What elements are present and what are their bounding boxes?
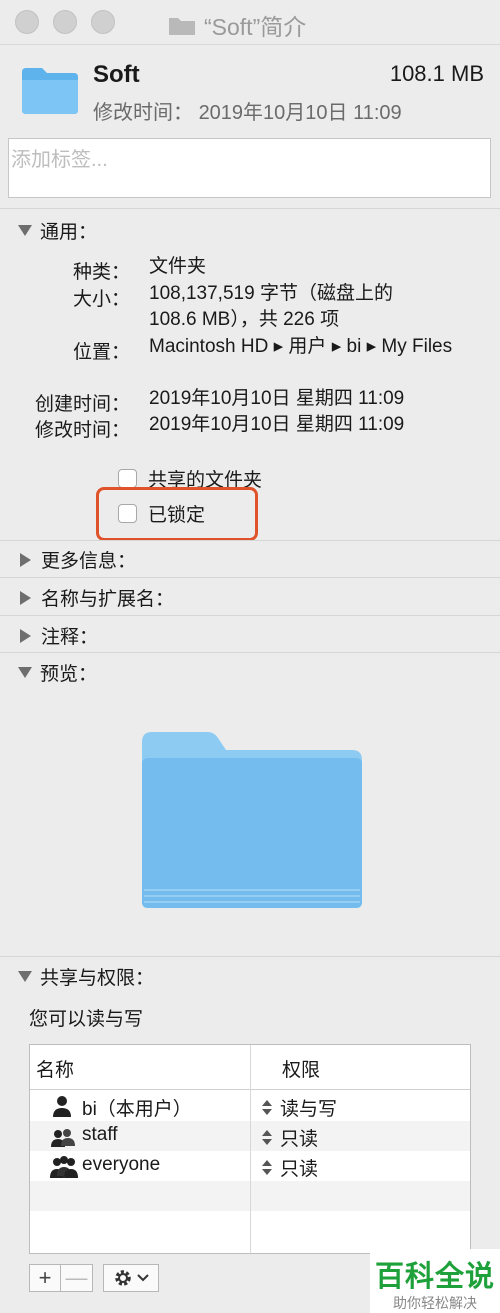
column-header-name[interactable]: 名称 bbox=[36, 1055, 74, 1082]
comments-heading: 注释： bbox=[41, 627, 99, 648]
disclosure-right-icon bbox=[20, 552, 31, 567]
remove-user-button[interactable]: — bbox=[61, 1264, 93, 1292]
user-name: bi（本用户） bbox=[82, 1099, 192, 1120]
watermark-subtitle: 助你轻松解决 bbox=[393, 1295, 477, 1311]
general-section-toggle[interactable]: 通用： bbox=[18, 217, 97, 244]
close-window-button[interactable] bbox=[15, 10, 39, 34]
permissions-toolbar: + — bbox=[29, 1264, 159, 1292]
group-icon bbox=[51, 1129, 75, 1147]
location-label: 位置： bbox=[72, 342, 130, 363]
watermark-title: 百科全说 bbox=[374, 1261, 495, 1293]
disclosure-right-icon bbox=[20, 590, 31, 605]
access-summary: 您可以读与写 bbox=[29, 1009, 144, 1030]
privilege-select[interactable]: 只读 bbox=[262, 1154, 318, 1181]
folder-icon bbox=[169, 18, 195, 35]
modified-line: 修改时间： 2019年10月10日 11:09 bbox=[93, 96, 402, 125]
name-ext-heading: 名称与扩展名： bbox=[41, 589, 175, 610]
permissions-table: 名称 权限 bi（本用户） 读与写 staff 只读 everyone 只读 bbox=[29, 1044, 471, 1255]
updown-arrows-icon bbox=[262, 1100, 272, 1115]
add-user-button[interactable]: + bbox=[29, 1264, 61, 1292]
privilege-select[interactable]: 只读 bbox=[262, 1124, 318, 1151]
zoom-window-button[interactable] bbox=[91, 10, 115, 34]
comments-section-toggle[interactable]: 注释： bbox=[18, 622, 98, 649]
divider bbox=[0, 577, 500, 578]
name-ext-section-toggle[interactable]: 名称与扩展名： bbox=[18, 584, 174, 611]
tags-input[interactable]: 添加标签... bbox=[8, 138, 491, 198]
file-name: Soft bbox=[93, 61, 140, 88]
privilege-value: 只读 bbox=[280, 1129, 319, 1150]
updown-arrows-icon bbox=[262, 1160, 272, 1175]
shared-folder-checkbox[interactable] bbox=[118, 469, 137, 488]
watermark: 百科全说 助你轻松解决 bbox=[370, 1249, 500, 1313]
sharing-heading: 共享与权限： bbox=[40, 968, 155, 989]
sharing-section-toggle[interactable]: 共享与权限： bbox=[18, 963, 154, 990]
updown-arrows-icon bbox=[262, 1130, 272, 1145]
divider bbox=[0, 615, 500, 616]
more-info-section-toggle[interactable]: 更多信息： bbox=[18, 546, 136, 573]
kind-value: 文件夹 bbox=[149, 256, 207, 277]
plus-icon: + bbox=[38, 1265, 52, 1290]
chevron-down-icon bbox=[137, 1274, 149, 1282]
gear-icon bbox=[115, 1270, 131, 1286]
folder-icon bbox=[22, 68, 78, 114]
disclosure-down-icon bbox=[18, 667, 32, 678]
size-label: 大小： bbox=[72, 289, 130, 310]
everyone-icon bbox=[50, 1156, 78, 1178]
disclosure-right-icon bbox=[20, 628, 31, 643]
more-info-heading: 更多信息： bbox=[41, 551, 137, 572]
divider bbox=[0, 540, 500, 541]
folder-preview-icon bbox=[142, 732, 362, 908]
created-label: 创建时间： bbox=[34, 394, 130, 415]
preview-section-toggle[interactable]: 预览： bbox=[18, 659, 97, 686]
single-user-icon bbox=[53, 1096, 71, 1117]
size-value: 108,137,519 字节（磁盘上的 108.6 MB），共 226 项 bbox=[149, 283, 393, 330]
group-name: staff bbox=[82, 1124, 118, 1145]
disclosure-down-icon bbox=[18, 225, 32, 236]
column-header-privilege[interactable]: 权限 bbox=[282, 1055, 320, 1082]
privilege-value: 读与写 bbox=[280, 1099, 338, 1120]
preview-heading: 预览： bbox=[40, 664, 98, 685]
disclosure-down-icon bbox=[18, 971, 32, 982]
privilege-value: 只读 bbox=[280, 1159, 319, 1180]
group-name: everyone bbox=[82, 1154, 161, 1175]
window-title: “Soft”简介 bbox=[168, 8, 306, 42]
file-size: 108.1 MB bbox=[389, 61, 484, 86]
privilege-select[interactable]: 读与写 bbox=[262, 1094, 337, 1121]
title-bar: “Soft”简介 bbox=[0, 0, 500, 45]
action-menu-button[interactable] bbox=[103, 1264, 159, 1292]
modified-value-2: 2019年10月10日 星期四 11:09 bbox=[149, 414, 405, 435]
divider bbox=[0, 652, 500, 653]
modified-value: 2019年10月10日 11:09 bbox=[198, 102, 402, 124]
minus-icon: — bbox=[65, 1265, 88, 1290]
window-title-text: “Soft”简介 bbox=[204, 14, 307, 40]
minimize-window-button[interactable] bbox=[53, 10, 77, 34]
kind-label: 种类： bbox=[72, 262, 130, 283]
divider bbox=[0, 208, 500, 209]
modified-label-2: 修改时间： bbox=[34, 420, 130, 441]
divider bbox=[0, 956, 500, 957]
column-separator[interactable] bbox=[250, 1045, 251, 1255]
created-value: 2019年10月10日 星期四 11:09 bbox=[149, 388, 405, 409]
general-heading-text: 通用： bbox=[40, 222, 98, 243]
location-value: Macintosh HD ▸ 用户 ▸ bi ▸ My Files bbox=[149, 336, 453, 357]
modified-label: 修改时间： bbox=[93, 102, 193, 124]
highlight-box bbox=[96, 487, 258, 541]
